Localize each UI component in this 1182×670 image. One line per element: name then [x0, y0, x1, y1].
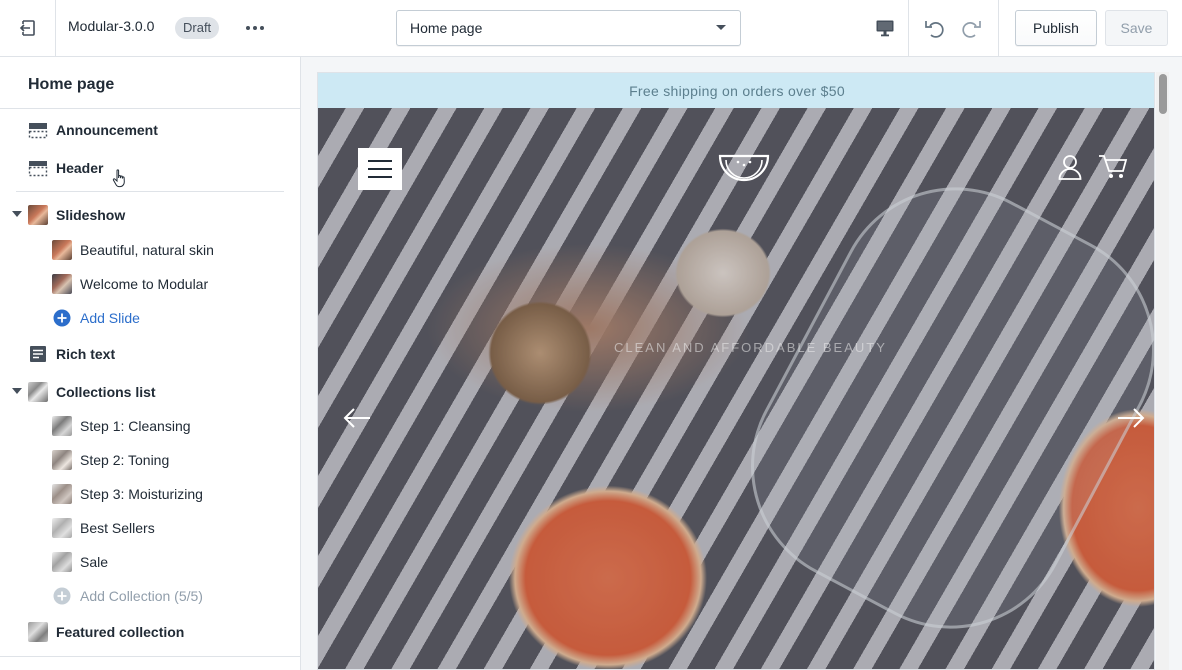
collection-item[interactable]: Step 3: Moisturizing	[0, 478, 300, 510]
hand-pointer-cursor-icon	[112, 169, 125, 188]
publish-button[interactable]: Publish	[1015, 10, 1097, 46]
collection-label: Step 1: Cleansing	[80, 418, 191, 434]
theme-name: Modular-3.0.0	[68, 18, 155, 34]
collection-item[interactable]: Sale	[0, 546, 300, 578]
top-bar: Modular-3.0.0 Draft Home page Publish Sa	[0, 0, 1182, 57]
rich-text-icon	[30, 346, 46, 362]
slide-item[interactable]: Beautiful, natural skin	[0, 234, 300, 266]
hero-subheading: CLEAN AND AFFORDABLE BEAUTY	[614, 340, 887, 355]
device-preview-button[interactable]	[862, 0, 909, 56]
plus-circle-icon	[53, 309, 71, 327]
announcement-bar-icon	[28, 123, 48, 139]
section-header[interactable]: Header	[0, 152, 300, 184]
section-collections-list[interactable]: Collections list	[0, 376, 300, 408]
more-actions-button[interactable]	[240, 14, 270, 42]
add-slide-button[interactable]: Add Slide	[0, 302, 300, 334]
slide-thumbnail	[52, 274, 72, 294]
more-horizontal-icon	[246, 26, 264, 30]
store-logo-icon	[718, 154, 770, 182]
preview-scrollbar[interactable]	[1156, 72, 1169, 670]
slide-prev-arrow-icon[interactable]	[342, 406, 372, 430]
add-slide-label: Add Slide	[80, 310, 140, 326]
section-rich-text[interactable]: Rich text	[0, 338, 300, 370]
caret-down-icon	[716, 25, 726, 30]
redo-button[interactable]	[956, 14, 986, 42]
collapse-caret-icon[interactable]	[12, 388, 22, 394]
sidebar-divider	[16, 191, 284, 192]
hero-overlay	[318, 108, 1154, 669]
collapse-caret-icon[interactable]	[12, 211, 22, 217]
collection-label: Step 3: Moisturizing	[80, 486, 203, 502]
collection-item[interactable]: Step 1: Cleansing	[0, 410, 300, 442]
collection-thumbnail	[52, 484, 72, 504]
page-selector[interactable]: Home page	[396, 10, 741, 46]
sections-sidebar: Home page Announcement Header Slideshow …	[0, 57, 301, 670]
undo-icon	[925, 21, 944, 38]
collection-item[interactable]: Best Sellers	[0, 512, 300, 544]
hero-slideshow[interactable]: CLEAN AND AFFORDABLE BEAUTY	[318, 108, 1154, 669]
undo-button[interactable]	[920, 14, 950, 42]
section-label: Slideshow	[56, 207, 126, 223]
section-label: Collections list	[56, 384, 156, 400]
account-icon[interactable]	[1058, 154, 1082, 180]
sidebar-divider	[0, 656, 300, 657]
slide-label: Beautiful, natural skin	[80, 242, 214, 258]
preview-frame: Free shipping on orders over $50 CLEAN A…	[317, 72, 1155, 670]
section-featured-collection[interactable]: Featured collection	[0, 616, 300, 648]
collection-item[interactable]: Step 2: Toning	[0, 444, 300, 476]
add-collection-button[interactable]: Add Collection (5/5)	[0, 580, 300, 612]
sidebar-divider	[0, 108, 300, 109]
desktop-icon	[876, 20, 894, 37]
redo-icon	[962, 21, 981, 38]
plus-circle-icon	[53, 587, 71, 605]
slide-item[interactable]: Welcome to Modular	[0, 268, 300, 300]
status-badge: Draft	[175, 17, 220, 39]
section-label: Header	[56, 160, 104, 176]
collection-thumbnail	[52, 450, 72, 470]
add-collection-label: Add Collection (5/5)	[80, 588, 203, 604]
header-layout-icon	[28, 161, 48, 177]
hamburger-menu-button[interactable]	[358, 148, 402, 190]
section-slideshow[interactable]: Slideshow	[0, 199, 300, 231]
collection-thumbnail	[52, 416, 72, 436]
cart-icon[interactable]	[1098, 154, 1128, 180]
hamburger-icon	[368, 160, 392, 178]
slide-next-arrow-icon[interactable]	[1116, 406, 1146, 430]
storefront-preview: Free shipping on orders over $50 CLEAN A…	[301, 57, 1182, 670]
section-announcement[interactable]: Announcement	[0, 114, 300, 146]
featured-collection-thumbnail	[28, 622, 48, 642]
section-label: Announcement	[56, 122, 158, 138]
save-button[interactable]: Save	[1105, 10, 1168, 46]
collection-thumbnail	[52, 518, 72, 538]
slide-thumbnail	[52, 240, 72, 260]
toolbar-divider	[998, 0, 999, 56]
sidebar-title: Home page	[28, 76, 115, 93]
exit-icon	[19, 20, 35, 36]
exit-editor-button[interactable]	[0, 0, 56, 56]
announcement-bar[interactable]: Free shipping on orders over $50	[318, 73, 1154, 108]
page-selector-value: Home page	[410, 20, 483, 36]
section-label: Rich text	[56, 346, 116, 362]
collection-label: Best Sellers	[80, 520, 155, 536]
collections-thumbnail	[28, 382, 48, 402]
collection-label: Step 2: Toning	[80, 452, 170, 468]
scrollbar-thumb[interactable]	[1159, 74, 1167, 114]
collection-label: Sale	[80, 554, 109, 570]
collection-thumbnail	[52, 552, 72, 572]
slide-label: Welcome to Modular	[80, 276, 209, 292]
section-label: Featured collection	[56, 624, 185, 640]
slideshow-thumbnail	[28, 205, 48, 225]
